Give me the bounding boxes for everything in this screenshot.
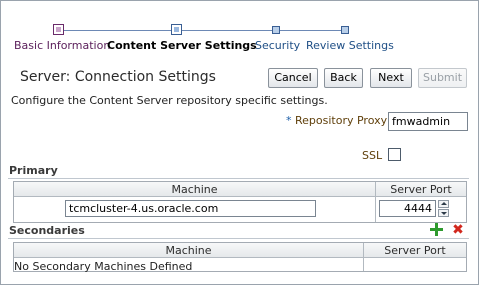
repository-proxy-label: * Repository Proxy — [286, 114, 387, 127]
primary-section-title: Primary — [9, 164, 58, 177]
secondaries-empty-message: No Secondary Machines Defined — [14, 260, 193, 273]
train-connector — [63, 30, 345, 31]
delete-icon[interactable]: ✖ — [451, 223, 465, 237]
secondaries-section-rule — [8, 238, 469, 239]
train-stop-review-settings[interactable] — [341, 26, 349, 34]
port-increment-button[interactable] — [438, 200, 449, 208]
primary-column-server-port: Server Port — [376, 182, 466, 197]
train-label-review-settings[interactable]: Review Settings — [306, 39, 394, 52]
train-stop-security[interactable] — [272, 26, 280, 34]
port-decrement-button[interactable] — [438, 209, 449, 217]
train-label-basic-information[interactable]: Basic Information — [14, 39, 110, 52]
page-title: Server: Connection Settings — [20, 69, 216, 85]
train-stop-content-server-settings — [171, 24, 182, 35]
cancel-button[interactable]: Cancel — [268, 68, 318, 88]
primary-column-machine: Machine — [14, 182, 375, 197]
train-stop-basic-information[interactable] — [53, 24, 64, 35]
back-button[interactable]: Back — [324, 68, 363, 88]
next-button[interactable]: Next — [370, 68, 412, 88]
secondaries-column-machine: Machine — [14, 243, 363, 258]
primary-machine-input[interactable] — [65, 200, 316, 217]
secondaries-section-title: Secondaries — [9, 224, 85, 237]
add-icon[interactable] — [430, 223, 443, 236]
primary-section-rule — [8, 178, 469, 179]
ssl-checkbox[interactable] — [388, 148, 401, 161]
train-label-security[interactable]: Security — [255, 39, 300, 52]
page-description: Configure the Content Server repository … — [11, 94, 328, 107]
ssl-label: SSL — [362, 149, 383, 162]
submit-button: Submit — [418, 68, 467, 88]
train-label-content-server-settings: Content Server Settings — [107, 39, 257, 52]
secondaries-column-divider — [363, 243, 364, 271]
primary-column-divider — [375, 182, 376, 222]
secondaries-column-server-port: Server Port — [364, 243, 466, 258]
primary-port-input[interactable] — [379, 200, 436, 217]
required-marker: * — [286, 114, 292, 127]
repository-proxy-input[interactable] — [388, 112, 468, 131]
repository-proxy-label-text: Repository Proxy — [295, 114, 388, 127]
